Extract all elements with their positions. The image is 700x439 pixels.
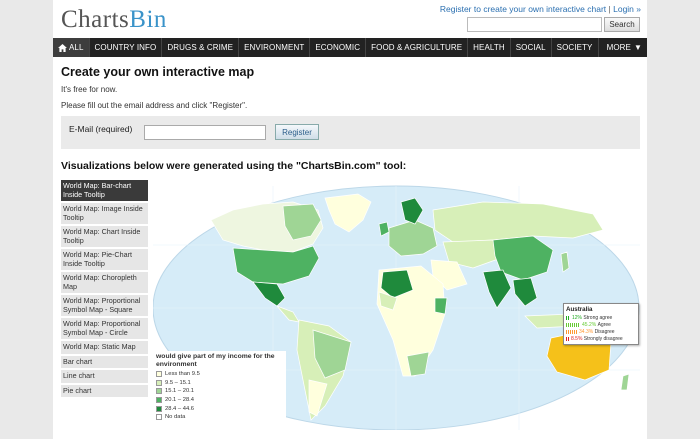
nav-all-label: ALL — [69, 43, 84, 52]
legend-item: 28.4 – 44.6 — [156, 404, 283, 413]
legend-item-label: No data — [165, 414, 186, 421]
legend-swatch — [156, 397, 162, 404]
tooltip-row: 34.3% Disagree — [566, 328, 636, 335]
registration-form: E-Mail (required) Register — [61, 116, 640, 149]
main-nav: ALL COUNTRY INFO DRUGS & CRIME ENVIRONME… — [53, 38, 647, 57]
viz-item-chart-tooltip[interactable]: World Map: Chart Inside Tooltip — [61, 226, 148, 247]
nav-item-country-info[interactable]: COUNTRY INFO — [90, 38, 163, 57]
legend-item: No data — [156, 413, 283, 422]
legend-item-label: 15.1 – 20.1 — [165, 388, 195, 395]
viz-item-pie-chart[interactable]: Pie chart — [61, 384, 148, 397]
tooltip-bar — [566, 322, 580, 327]
logo-text-charts: Charts — [61, 6, 130, 33]
viz-item-static-map[interactable]: World Map: Static Map — [61, 341, 148, 354]
nav-item-food-agriculture[interactable]: FOOD & AGRICULTURE — [366, 38, 469, 57]
tooltip-value: 34.3% — [579, 328, 594, 335]
home-icon — [58, 43, 67, 52]
legend-title: would give part of my income for the env… — [156, 353, 275, 368]
legend-item-label: 9.5 – 15.1 — [165, 379, 191, 386]
tooltip-bar — [566, 315, 570, 320]
nav-item-society[interactable]: SOCIETY — [552, 38, 599, 57]
tooltip-row: 12% Strong agree — [566, 314, 636, 321]
nav-item-health[interactable]: HEALTH — [468, 38, 511, 57]
tooltip-value: 8.5% — [571, 335, 583, 342]
tooltip-country: Australia — [566, 306, 593, 313]
legend-item-label: 20.1 – 28.4 — [165, 397, 195, 404]
viz-item-line-chart[interactable]: Line chart — [61, 370, 148, 383]
visualizations-heading: Visualizations below were generated usin… — [61, 160, 407, 172]
tooltip-value: 45.2% — [582, 321, 597, 328]
viz-item-bar-chart[interactable]: Bar chart — [61, 355, 148, 368]
legend-swatch — [156, 405, 162, 412]
nav-item-social[interactable]: SOCIAL — [511, 38, 552, 57]
region-new-zealand — [620, 373, 630, 391]
login-link[interactable]: Login » — [613, 4, 641, 14]
map-tooltip: Australia 12% Strong agree 45.2% Agree 3… — [563, 303, 639, 345]
register-link[interactable]: Register to create your own interactive … — [440, 4, 606, 14]
nav-item-all[interactable]: ALL — [53, 38, 90, 57]
nav-item-environment[interactable]: ENVIRONMENT — [239, 38, 311, 57]
nav-item-economic[interactable]: ECONOMIC — [310, 38, 367, 57]
viz-item-image-tooltip[interactable]: World Map: Image Inside Tooltip — [61, 203, 148, 224]
tooltip-bar — [566, 336, 569, 341]
page: ChartsBin Register to create your own in… — [53, 0, 647, 439]
legend-swatch — [156, 371, 162, 378]
tooltip-label: Strongly disagree — [583, 335, 623, 342]
nav-more-label: MORE — [606, 43, 631, 52]
search-button[interactable]: Search — [604, 17, 640, 32]
legend-item-label: Less than 9.5 — [165, 371, 200, 378]
legend-item: 15.1 – 20.1 — [156, 387, 283, 396]
region-russia — [432, 201, 604, 243]
tooltip-row: 45.2% Agree — [566, 321, 636, 328]
visualization-list: World Map: Bar-chart Inside Tooltip Worl… — [61, 180, 148, 399]
region-ethiopia — [434, 297, 448, 315]
top-links: Register to create your own interactive … — [440, 4, 641, 14]
tooltip-bar — [566, 329, 577, 334]
email-label: E-Mail (required) — [69, 124, 133, 134]
logo-text-bin: Bin — [129, 6, 167, 33]
chartsbin-logo[interactable]: ChartsBin — [61, 6, 167, 34]
tooltip-label: Disagree — [594, 328, 615, 335]
viz-item-bar-chart-tooltip[interactable]: World Map: Bar-chart Inside Tooltip — [61, 180, 148, 201]
legend-swatch — [156, 388, 162, 395]
legend-item: Less than 9.5 — [156, 370, 283, 379]
caret-down-icon: ▼ — [633, 43, 642, 52]
legend-item: 20.1 – 28.4 — [156, 396, 283, 405]
viz-item-symbol-circle[interactable]: World Map: Proportional Symbol Map - Cir… — [61, 318, 148, 339]
register-button[interactable]: Register — [275, 124, 319, 140]
free-text: It's free for now. — [61, 85, 118, 94]
nav-item-more[interactable]: MORE ▼ — [602, 38, 647, 57]
instructions-text: Please fill out the email address and cl… — [61, 101, 248, 110]
tooltip-label: Strong agree — [583, 314, 613, 321]
legend-swatch — [156, 379, 162, 386]
search-bar: Search — [467, 17, 640, 32]
legend-item-label: 28.4 – 44.6 — [165, 405, 195, 412]
email-field[interactable] — [144, 125, 266, 140]
map-legend: would give part of my income for the env… — [153, 351, 286, 431]
tooltip-label: Agree — [597, 321, 611, 328]
legend-swatch — [156, 414, 162, 421]
tooltip-value: 12% — [572, 314, 583, 321]
nav-item-drugs-crime[interactable]: DRUGS & CRIME — [162, 38, 240, 57]
search-input[interactable] — [467, 17, 602, 32]
viz-item-pie-chart-tooltip[interactable]: World Map: Pie-Chart Inside Tooltip — [61, 249, 148, 270]
page-title: Create your own interactive map — [61, 65, 255, 79]
viz-item-symbol-square[interactable]: World Map: Proportional Symbol Map - Squ… — [61, 295, 148, 316]
viz-item-choropleth[interactable]: World Map: Choropleth Map — [61, 272, 148, 293]
legend-item: 9.5 – 15.1 — [156, 379, 283, 388]
tooltip-row: 8.5% Strongly disagree — [566, 335, 636, 342]
